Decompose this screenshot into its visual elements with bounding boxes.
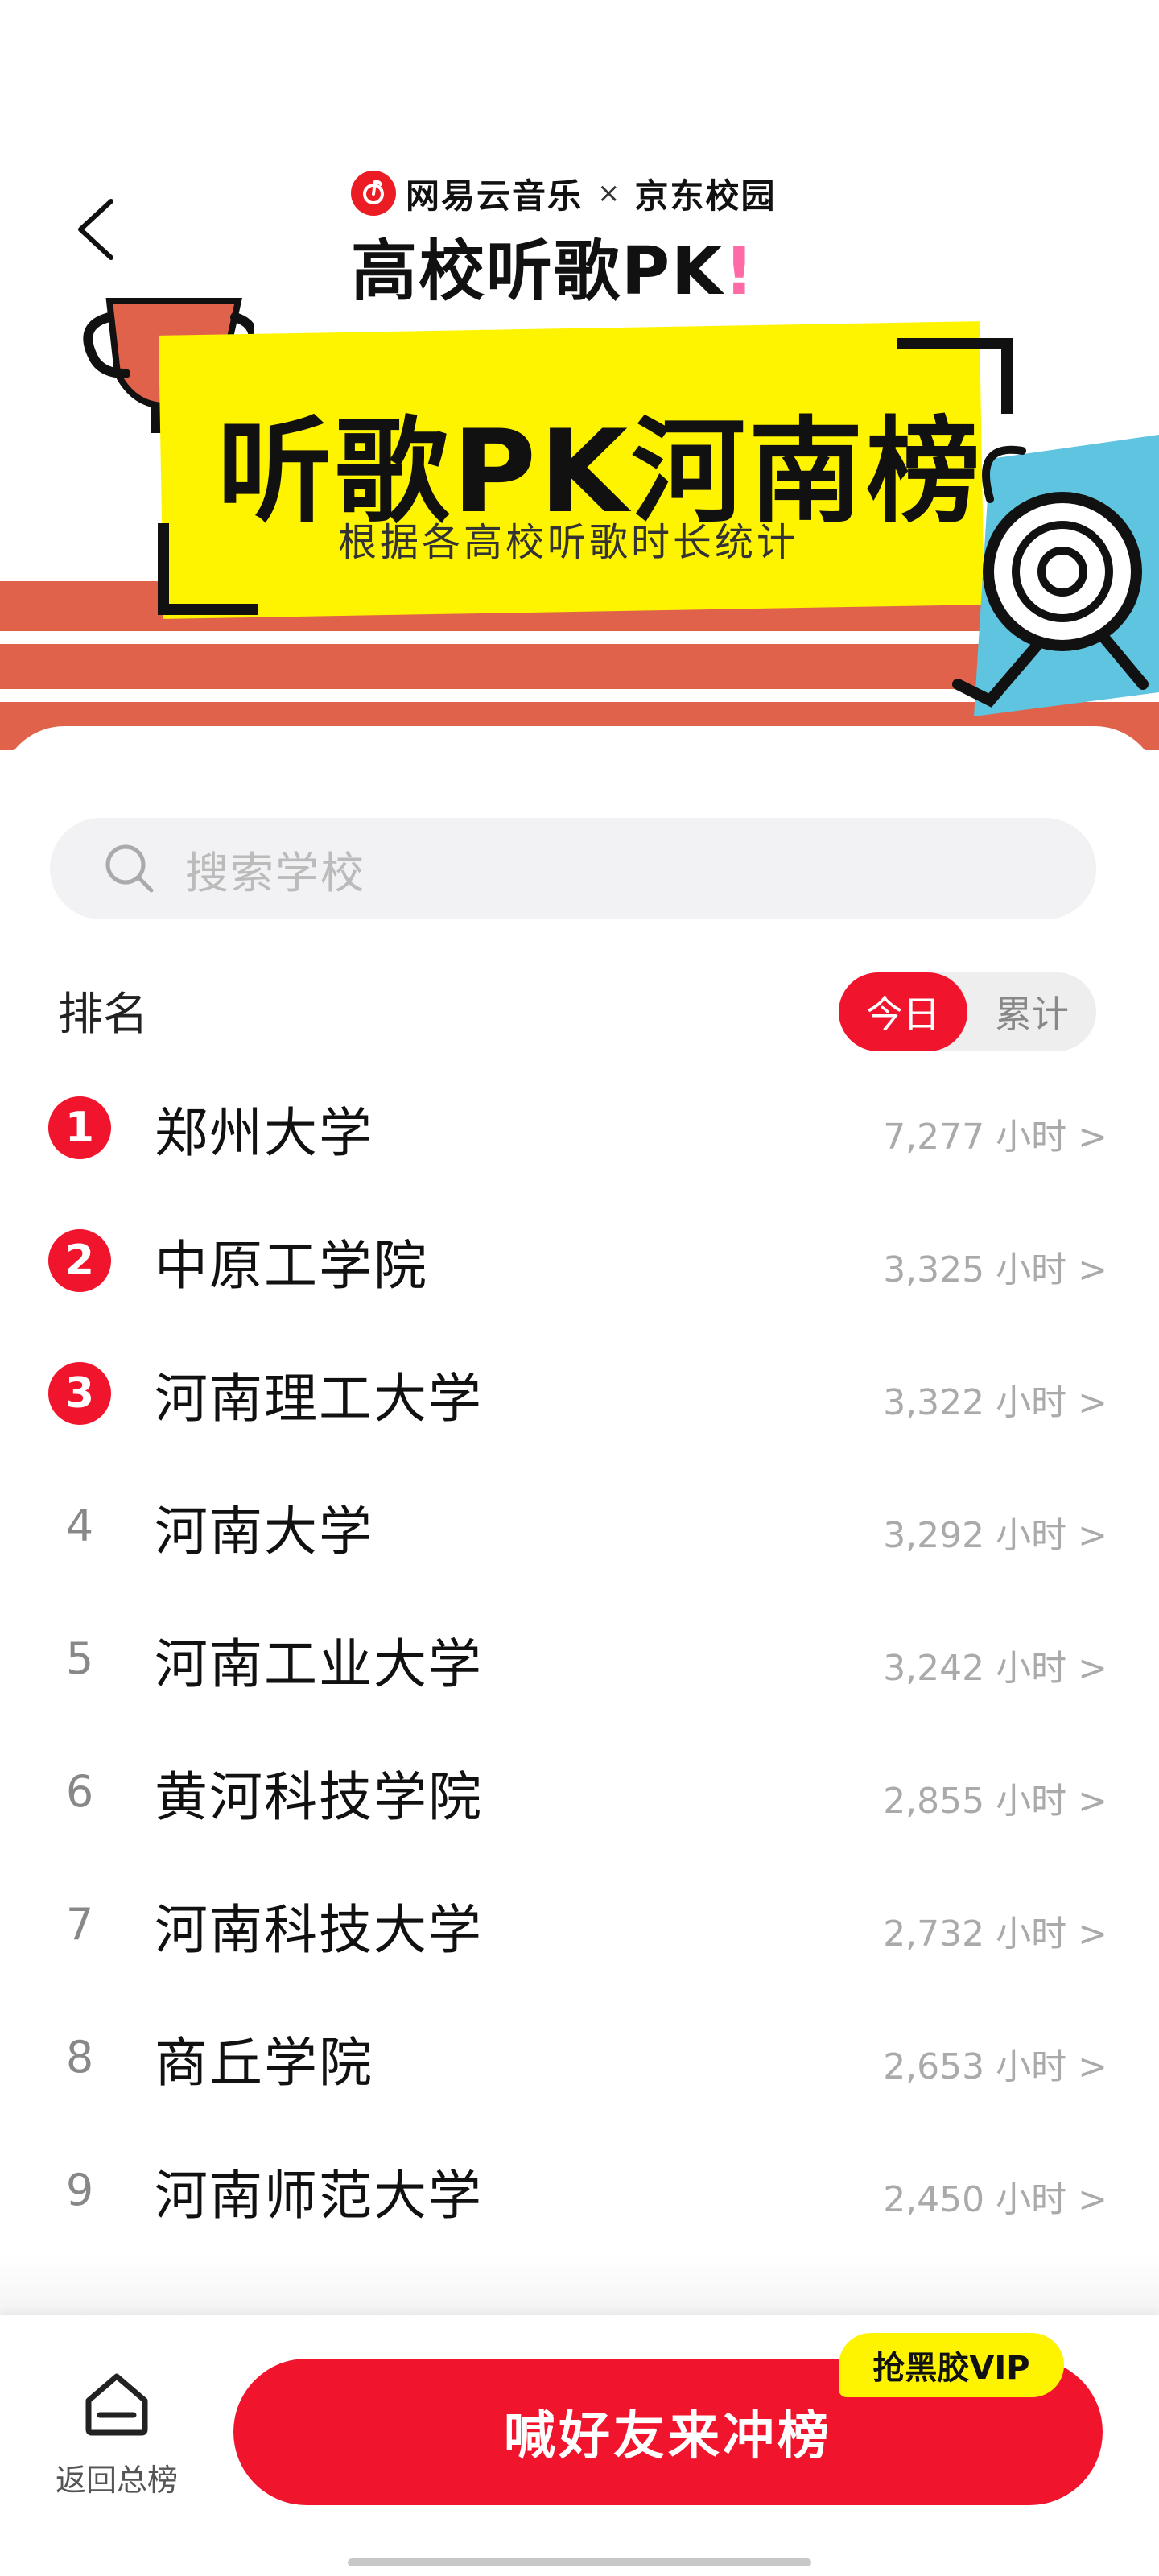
brand-collab-x: ×: [597, 177, 621, 209]
ranking-label: 排名: [58, 989, 148, 1041]
school-name: 河南科技大学: [155, 1899, 483, 1961]
rank-number: 4: [65, 1500, 94, 1551]
school-name: 郑州大学: [155, 1102, 373, 1164]
listening-hours: 2,855 小时 >: [883, 1781, 1107, 1822]
brand-netease: 网易云音乐: [406, 175, 584, 216]
ranking-row[interactable]: 6 黄河科技学院 2,855 小时 >: [0, 1725, 1159, 1858]
ranking-row[interactable]: 4 河南大学 3,292 小时 >: [0, 1459, 1159, 1592]
tab-cumulative[interactable]: 累计: [967, 972, 1096, 1051]
headline-text: 高校听歌PK: [351, 233, 724, 310]
listening-hours: 3,325 小时 >: [883, 1249, 1107, 1290]
mascot-illustration: [942, 427, 1159, 736]
rank-badge: 1: [48, 1096, 111, 1159]
search-icon: [105, 844, 154, 893]
campaign-headline: 高校听歌PK!: [351, 217, 756, 313]
search-input[interactable]: 搜索学校: [50, 818, 1096, 919]
list-fade: [0, 2254, 1159, 2318]
home-indicator: [348, 2558, 811, 2566]
vip-badge: 抢黑胶VIP: [839, 2333, 1064, 2397]
board-subtitle: 根据各高校听歌时长统计: [338, 520, 799, 565]
listening-hours: 3,242 小时 >: [883, 1648, 1107, 1689]
rank-number: 5: [65, 1633, 94, 1684]
headline-bang: !: [724, 233, 757, 310]
school-name: 河南工业大学: [155, 1633, 483, 1695]
rank-number: 8: [65, 2031, 94, 2083]
listening-hours: 7,277 小时 >: [883, 1117, 1107, 1158]
rank-number: 9: [65, 2164, 94, 2215]
ranking-row[interactable]: 1 郑州大学 7,277 小时 >: [0, 1061, 1159, 1194]
school-name: 黄河科技学院: [155, 1766, 483, 1828]
home-icon: [85, 2373, 148, 2436]
school-name: 河南师范大学: [155, 2165, 483, 2227]
brand-jd: 京东校园: [634, 175, 777, 216]
netease-logo-icon: [351, 171, 396, 216]
school-name: 中原工学院: [155, 1235, 428, 1297]
ranking-row[interactable]: 5 河南工业大学 3,242 小时 >: [0, 1592, 1159, 1725]
search-placeholder: 搜索学校: [185, 847, 365, 898]
period-toggle: 今日 累计: [839, 972, 1096, 1051]
listening-hours: 2,732 小时 >: [883, 1913, 1107, 1955]
chevron-left-icon: [78, 199, 113, 260]
ranking-row[interactable]: 2 中原工学院 3,325 小时 >: [0, 1194, 1159, 1327]
rank-number: 6: [65, 1765, 94, 1817]
ranking-row[interactable]: 3 河南理工大学 3,322 小时 >: [0, 1327, 1159, 1459]
ranking-row[interactable]: 8 商丘学院 2,653 小时 >: [0, 1991, 1159, 2124]
listening-hours: 2,450 小时 >: [883, 2179, 1107, 2220]
home-label: 返回总榜: [55, 2462, 178, 2498]
school-name: 河南理工大学: [155, 1368, 483, 1430]
listening-hours: 3,292 小时 >: [883, 1515, 1107, 1556]
rank-badge: 3: [48, 1362, 111, 1425]
back-button[interactable]: [69, 193, 126, 266]
ranking-row[interactable]: 7 河南科技大学 2,732 小时 >: [0, 1858, 1159, 1991]
school-name: 河南大学: [155, 1501, 373, 1563]
ranking-row[interactable]: 9 河南师范大学 2,450 小时 >: [0, 2124, 1159, 2256]
rank-number: 7: [65, 1898, 94, 1950]
school-name: 商丘学院: [155, 2032, 373, 2094]
listening-hours: 2,653 小时 >: [883, 2046, 1107, 2087]
tab-today[interactable]: 今日: [839, 972, 967, 1051]
listening-hours: 3,322 小时 >: [883, 1382, 1107, 1423]
back-to-overall-button[interactable]: 返回总榜: [32, 2370, 201, 2507]
rank-badge: 2: [48, 1229, 111, 1292]
brand-row: 网易云音乐 × 京东校园: [351, 169, 777, 217]
header-banner: 网易云音乐 × 京东校园 高校听歌PK! 听歌PK河南榜 根据各高校听歌时长统计: [0, 0, 1159, 773]
